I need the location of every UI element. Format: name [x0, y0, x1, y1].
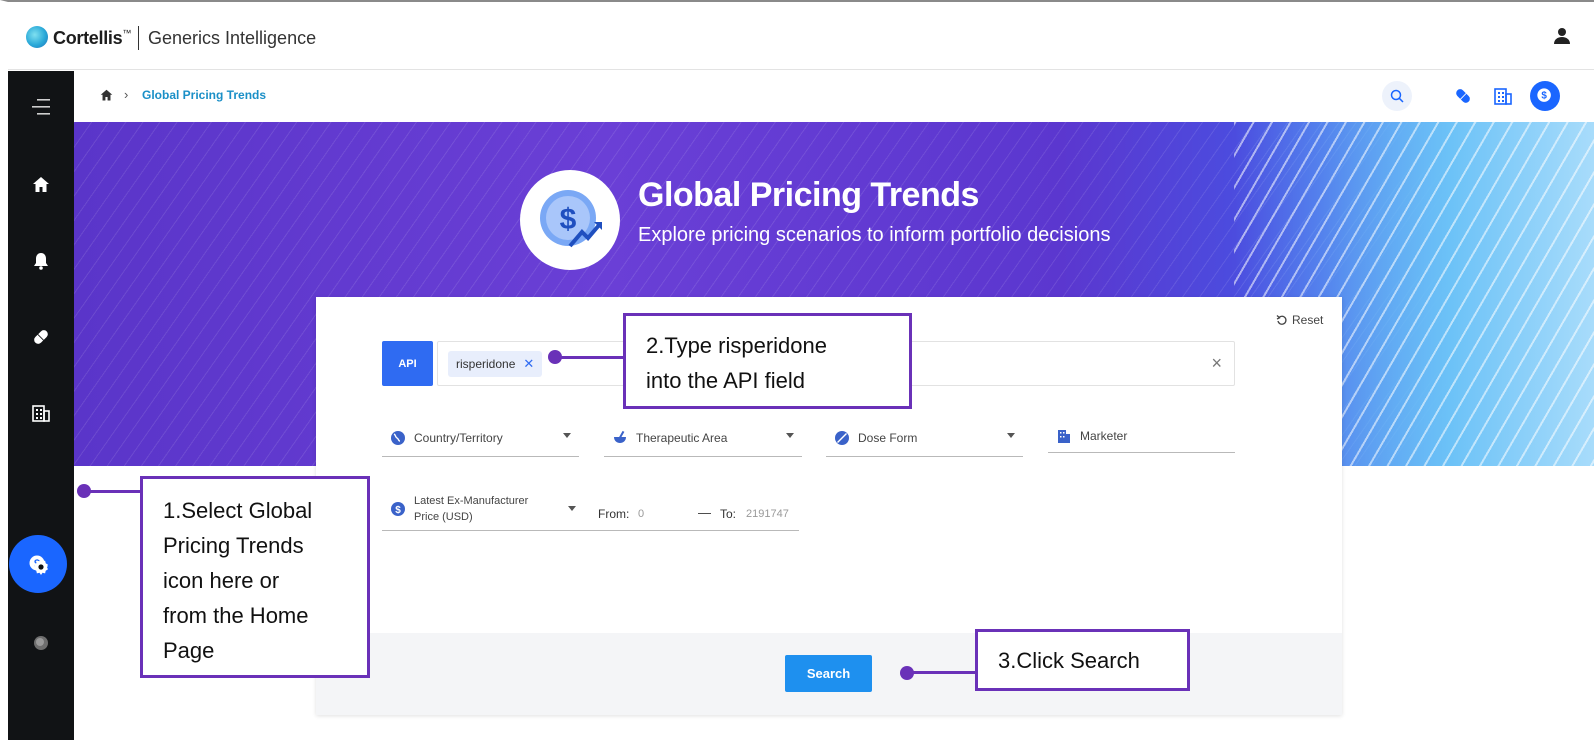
chevron-right-icon: › — [124, 87, 129, 102]
building-icon[interactable] — [8, 383, 74, 443]
range-dash: — — [698, 505, 711, 520]
dollar-trend-icon: $ — [520, 170, 620, 270]
sidebar-nav: $ — [8, 71, 74, 740]
callout-1-line — [86, 490, 142, 493]
marketer-filter[interactable]: Marketer — [1048, 419, 1235, 453]
callout-1-line-1: 1.Select Global — [163, 498, 313, 523]
home-icon[interactable] — [100, 89, 113, 107]
callout-1-line-3: icon here or — [163, 568, 280, 593]
country-filter[interactable]: Country/Territory — [382, 419, 579, 457]
callout-1-line-4: from the Home — [163, 603, 309, 628]
callout-2-line-2: into the API field — [646, 368, 805, 393]
clear-icon[interactable]: × — [1211, 353, 1222, 374]
callout-1-line-2: Pricing Trends — [163, 533, 304, 558]
home-icon[interactable] — [8, 155, 74, 215]
svg-text:$: $ — [1541, 91, 1547, 102]
callout-2-line — [556, 356, 625, 359]
mortar-pestle-icon — [614, 430, 626, 443]
gear-icon[interactable] — [8, 537, 74, 597]
search-button[interactable]: Search — [785, 655, 872, 692]
api-chip-label: risperidone — [456, 357, 516, 371]
breadcrumb: › Global Pricing Trends $ — [74, 71, 1594, 122]
bell-icon[interactable] — [8, 231, 74, 291]
callout-2-line-1: 2.Type risperidone — [646, 333, 827, 358]
tablet-icon — [835, 430, 849, 445]
chevron-down-icon — [1007, 433, 1015, 438]
chevron-down-icon — [786, 433, 794, 438]
breadcrumb-current[interactable]: Global Pricing Trends — [142, 88, 266, 102]
dollar-coin-icon: $ — [391, 502, 405, 516]
price-range-filter: $ Latest Ex-Manufacturer Price (USD) Fro… — [382, 487, 799, 531]
top-bar: Cortellis™ Generics Intelligence — [8, 12, 1594, 70]
dose-form-filter[interactable]: Dose Form — [826, 419, 1023, 457]
from-label: From: — [598, 507, 630, 521]
callout-step-1: 1.Select Global Pricing Trends icon here… — [140, 476, 370, 678]
price-filter-label[interactable]: Latest Ex-Manufacturer Price (USD) — [414, 493, 554, 525]
therapeutic-area-filter[interactable]: Therapeutic Area — [604, 419, 802, 457]
dose-form-label: Dose Form — [858, 430, 918, 445]
api-tag: API — [382, 341, 433, 386]
cortellis-logo-icon — [26, 26, 48, 48]
building-icon — [1058, 429, 1070, 443]
dollar-coin-icon[interactable]: $ — [1530, 81, 1560, 111]
price-from-input[interactable]: 0 — [638, 508, 644, 520]
callout-step-2: 2.Type risperidone into the API field — [623, 313, 912, 409]
chip-remove-icon[interactable]: ✕ — [523, 356, 534, 372]
price-to-input[interactable]: 2191747 — [746, 508, 789, 520]
brand-divider — [138, 26, 139, 50]
reset-button[interactable]: Reset — [1276, 313, 1323, 327]
pill-icon[interactable] — [8, 307, 74, 367]
callout-step-3: 3.Click Search — [975, 629, 1190, 691]
search-icon[interactable] — [1382, 81, 1412, 111]
product-name: Generics Intelligence — [148, 28, 317, 48]
svg-text:$: $ — [395, 505, 401, 516]
pill-icon[interactable] — [1448, 81, 1478, 111]
api-chip[interactable]: risperidone ✕ — [448, 351, 543, 377]
brand-name[interactable]: Cortellis™ — [53, 28, 131, 49]
page-title: Global Pricing Trends — [638, 176, 979, 214]
page-subtitle: Explore pricing scenarios to inform port… — [638, 224, 1111, 246]
reset-label: Reset — [1292, 313, 1324, 327]
svg-text:$: $ — [560, 203, 577, 236]
cortellis-sidebar-logo-icon[interactable] — [8, 613, 74, 673]
marketer-label: Marketer — [1080, 428, 1128, 443]
globe-icon — [391, 430, 405, 445]
user-icon[interactable] — [1552, 26, 1572, 46]
hamburger-icon[interactable] — [8, 77, 74, 137]
country-filter-label: Country/Territory — [414, 430, 503, 445]
reset-icon — [1276, 315, 1287, 325]
chevron-down-icon — [563, 433, 571, 438]
to-label: To: — [720, 507, 737, 521]
callout-3-line — [908, 671, 977, 674]
therapeutic-area-label: Therapeutic Area — [636, 430, 728, 445]
callout-1-line-5: Page — [163, 638, 215, 663]
building-icon[interactable] — [1488, 81, 1518, 111]
chevron-down-icon[interactable] — [568, 506, 576, 511]
